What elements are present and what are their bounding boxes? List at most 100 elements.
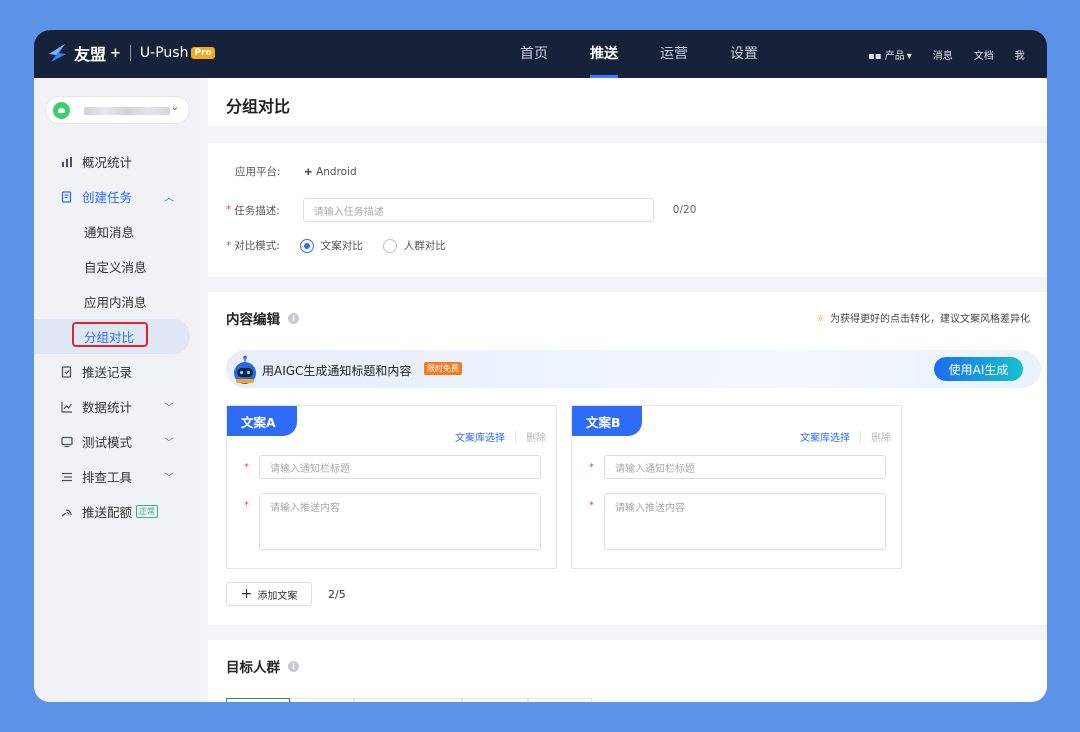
content-edit-panel: 内容编辑 i ☼ 为获得更好的点击转化，建议文案风格差异化 用AIGC生成通知标题… (208, 292, 1047, 625)
content-title-text: 内容编辑 (226, 312, 280, 328)
delete-link[interactable]: 删除 (871, 429, 891, 444)
chevron-down-icon: ﹀ (164, 473, 174, 484)
push-content-textarea[interactable]: 请输入推送内容 (604, 493, 886, 550)
link-divider (860, 430, 861, 443)
target-tab[interactable] (290, 698, 354, 702)
chevron-down-icon: ⌄ (170, 102, 179, 113)
messages-link[interactable]: 消息 (933, 47, 953, 62)
task-desc-label: 任务描述: (234, 204, 280, 217)
required-mark: * (226, 239, 232, 252)
task-desc-counter: 0/20 (672, 204, 697, 216)
nav-operations[interactable]: 运营 (660, 30, 688, 78)
target-tab[interactable] (528, 698, 592, 702)
info-icon[interactable]: i (288, 312, 299, 324)
sidebar-item-custom-message[interactable]: 自定义消息 (34, 249, 200, 284)
info-icon[interactable]: i (288, 660, 299, 672)
sidebar-item-overview[interactable]: 概况统计 (34, 144, 200, 179)
sidebar-item-test-mode[interactable]: 测试模式 ﹀ (34, 424, 200, 459)
target-tab[interactable] (226, 698, 290, 702)
sidebar-item-label: 数据统计 (82, 400, 133, 415)
sidebar: ⌄ 概况统计 创建任务 ︿ 通知消息 自定义消息 应用内消息 分组对比 推送记录… (34, 78, 200, 702)
basic-info-form: 应用平台: ✚ Android * 任务描述: 请输入任务描述 0/20 * 对比… (208, 143, 1047, 277)
required-mark: * (244, 500, 249, 511)
top-navigation-bar: 友盟 + U-Push Pro 首页 推送 运营 设置 ▪▪ 产品 ▾ 消息 文档… (34, 30, 1047, 78)
sidebar-item-notification[interactable]: 通知消息 (34, 214, 200, 249)
body-row: * 请输入推送内容 (589, 493, 886, 550)
brand-logo[interactable]: 友盟 + U-Push Pro (46, 41, 215, 65)
umeng-logo-icon (49, 44, 66, 62)
products-menu[interactable]: ▪▪ 产品 ▾ (868, 47, 912, 62)
add-copy-button[interactable]: + 添加文案 (226, 582, 312, 606)
brand-plus: + (110, 45, 121, 61)
ai-generate-button[interactable]: 使用AI生成 (934, 357, 1023, 381)
account-menu[interactable]: 我 (1015, 47, 1025, 62)
add-copy-label: 添加文案 (257, 590, 298, 602)
sidebar-menu: 概况统计 创建任务 ︿ 通知消息 自定义消息 应用内消息 分组对比 推送记录 数… (34, 144, 200, 529)
products-label: 产品 (884, 50, 905, 62)
sidebar-item-data-stats[interactable]: 数据统计 ﹀ (34, 389, 200, 424)
limited-free-badge: 限时免费 (424, 362, 462, 375)
sidebar-item-create-task[interactable]: 创建任务 ︿ (34, 179, 200, 214)
sidebar-item-troubleshoot[interactable]: 排查工具 ﹀ (34, 459, 200, 494)
push-content-textarea[interactable]: 请输入推送内容 (259, 493, 541, 550)
radio-label: 文案对比 (320, 240, 363, 252)
brand-name: 友盟 (74, 45, 107, 64)
app-selector[interactable]: ⌄ (45, 96, 190, 124)
app-name-redacted (84, 107, 170, 115)
sidebar-item-label: 推送配额 (82, 505, 133, 520)
compare-mode-row: * 对比模式: 文案对比 人群对比 (226, 238, 466, 253)
content-tip: ☼ 为获得更好的点击转化，建议文案风格差异化 (816, 310, 1030, 325)
title-row: * 请输入通知栏标题 (244, 455, 541, 479)
page-title: 分组对比 (226, 97, 291, 116)
sidebar-item-push-quota[interactable]: 推送配额 正常 (34, 494, 200, 529)
sidebar-item-label: 通知消息 (84, 225, 135, 240)
task-desc-input[interactable]: 请输入任务描述 (302, 198, 654, 222)
delete-link[interactable]: 删除 (526, 429, 546, 444)
app-window: 友盟 + U-Push Pro 首页 推送 运营 设置 ▪▪ 产品 ▾ 消息 文档… (34, 30, 1047, 702)
record-icon (61, 365, 73, 378)
radio-label: 人群对比 (403, 240, 446, 252)
highlight-box (72, 322, 148, 347)
platform-label: 应用平台: (235, 166, 281, 178)
notification-title-input[interactable]: 请输入通知栏标题 (604, 455, 886, 479)
chevron-down-icon: ﹀ (164, 438, 174, 449)
plus-icon: + (240, 586, 253, 602)
copy-count: 2/5 (328, 587, 346, 601)
line-chart-icon (61, 401, 73, 413)
tools-icon (61, 471, 73, 483)
monitor-icon (61, 436, 73, 448)
grid-icon: ▪▪ (868, 50, 882, 62)
task-icon (61, 190, 73, 203)
nav-home[interactable]: 首页 (520, 30, 548, 78)
robot-icon (234, 355, 256, 384)
copy-card-a: 文案A 文案库选择 删除 * 请输入通知栏标题 * 请输入推送内容 (226, 405, 557, 569)
sidebar-item-label: 概况统计 (82, 155, 133, 170)
sidebar-item-push-records[interactable]: 推送记录 (34, 354, 200, 389)
nav-push[interactable]: 推送 (590, 30, 618, 78)
copy-library-link[interactable]: 文案库选择 (800, 429, 850, 444)
copy-card-actions: 文案库选择 删除 (800, 429, 891, 444)
task-desc-row: * 任务描述: 请输入任务描述 0/20 (226, 198, 696, 222)
docs-link[interactable]: 文档 (974, 47, 994, 62)
platform-value: ✚ Android (305, 166, 357, 178)
pro-badge: Pro (191, 47, 215, 59)
ai-generate-banner: 用AIGC生成通知标题和内容 限时免费 使用AI生成 (226, 350, 1041, 388)
android-icon: ✚ (304, 167, 313, 178)
radio-copy-compare[interactable]: 文案对比 (299, 238, 363, 253)
nav-settings[interactable]: 设置 (730, 30, 758, 78)
target-title-text: 目标人群 (226, 660, 280, 676)
sidebar-item-in-app-message[interactable]: 应用内消息 (34, 284, 200, 319)
notification-title-input[interactable]: 请输入通知栏标题 (259, 455, 541, 479)
link-divider (515, 430, 516, 443)
body-row: * 请输入推送内容 (244, 493, 541, 550)
chevron-up-icon: ︿ (164, 193, 174, 204)
copy-library-link[interactable]: 文案库选择 (455, 429, 505, 444)
sidebar-item-group-compare[interactable]: 分组对比 (34, 319, 190, 354)
target-tab[interactable] (354, 698, 462, 702)
radio-audience-compare[interactable]: 人群对比 (382, 238, 446, 253)
sidebar-item-label: 测试模式 (82, 435, 133, 450)
target-tab[interactable] (462, 698, 528, 702)
sidebar-item-label: 应用内消息 (84, 295, 147, 310)
copy-card-actions: 文案库选择 删除 (455, 429, 546, 444)
content-tip-text: 为获得更好的点击转化，建议文案风格差异化 (829, 314, 1030, 325)
